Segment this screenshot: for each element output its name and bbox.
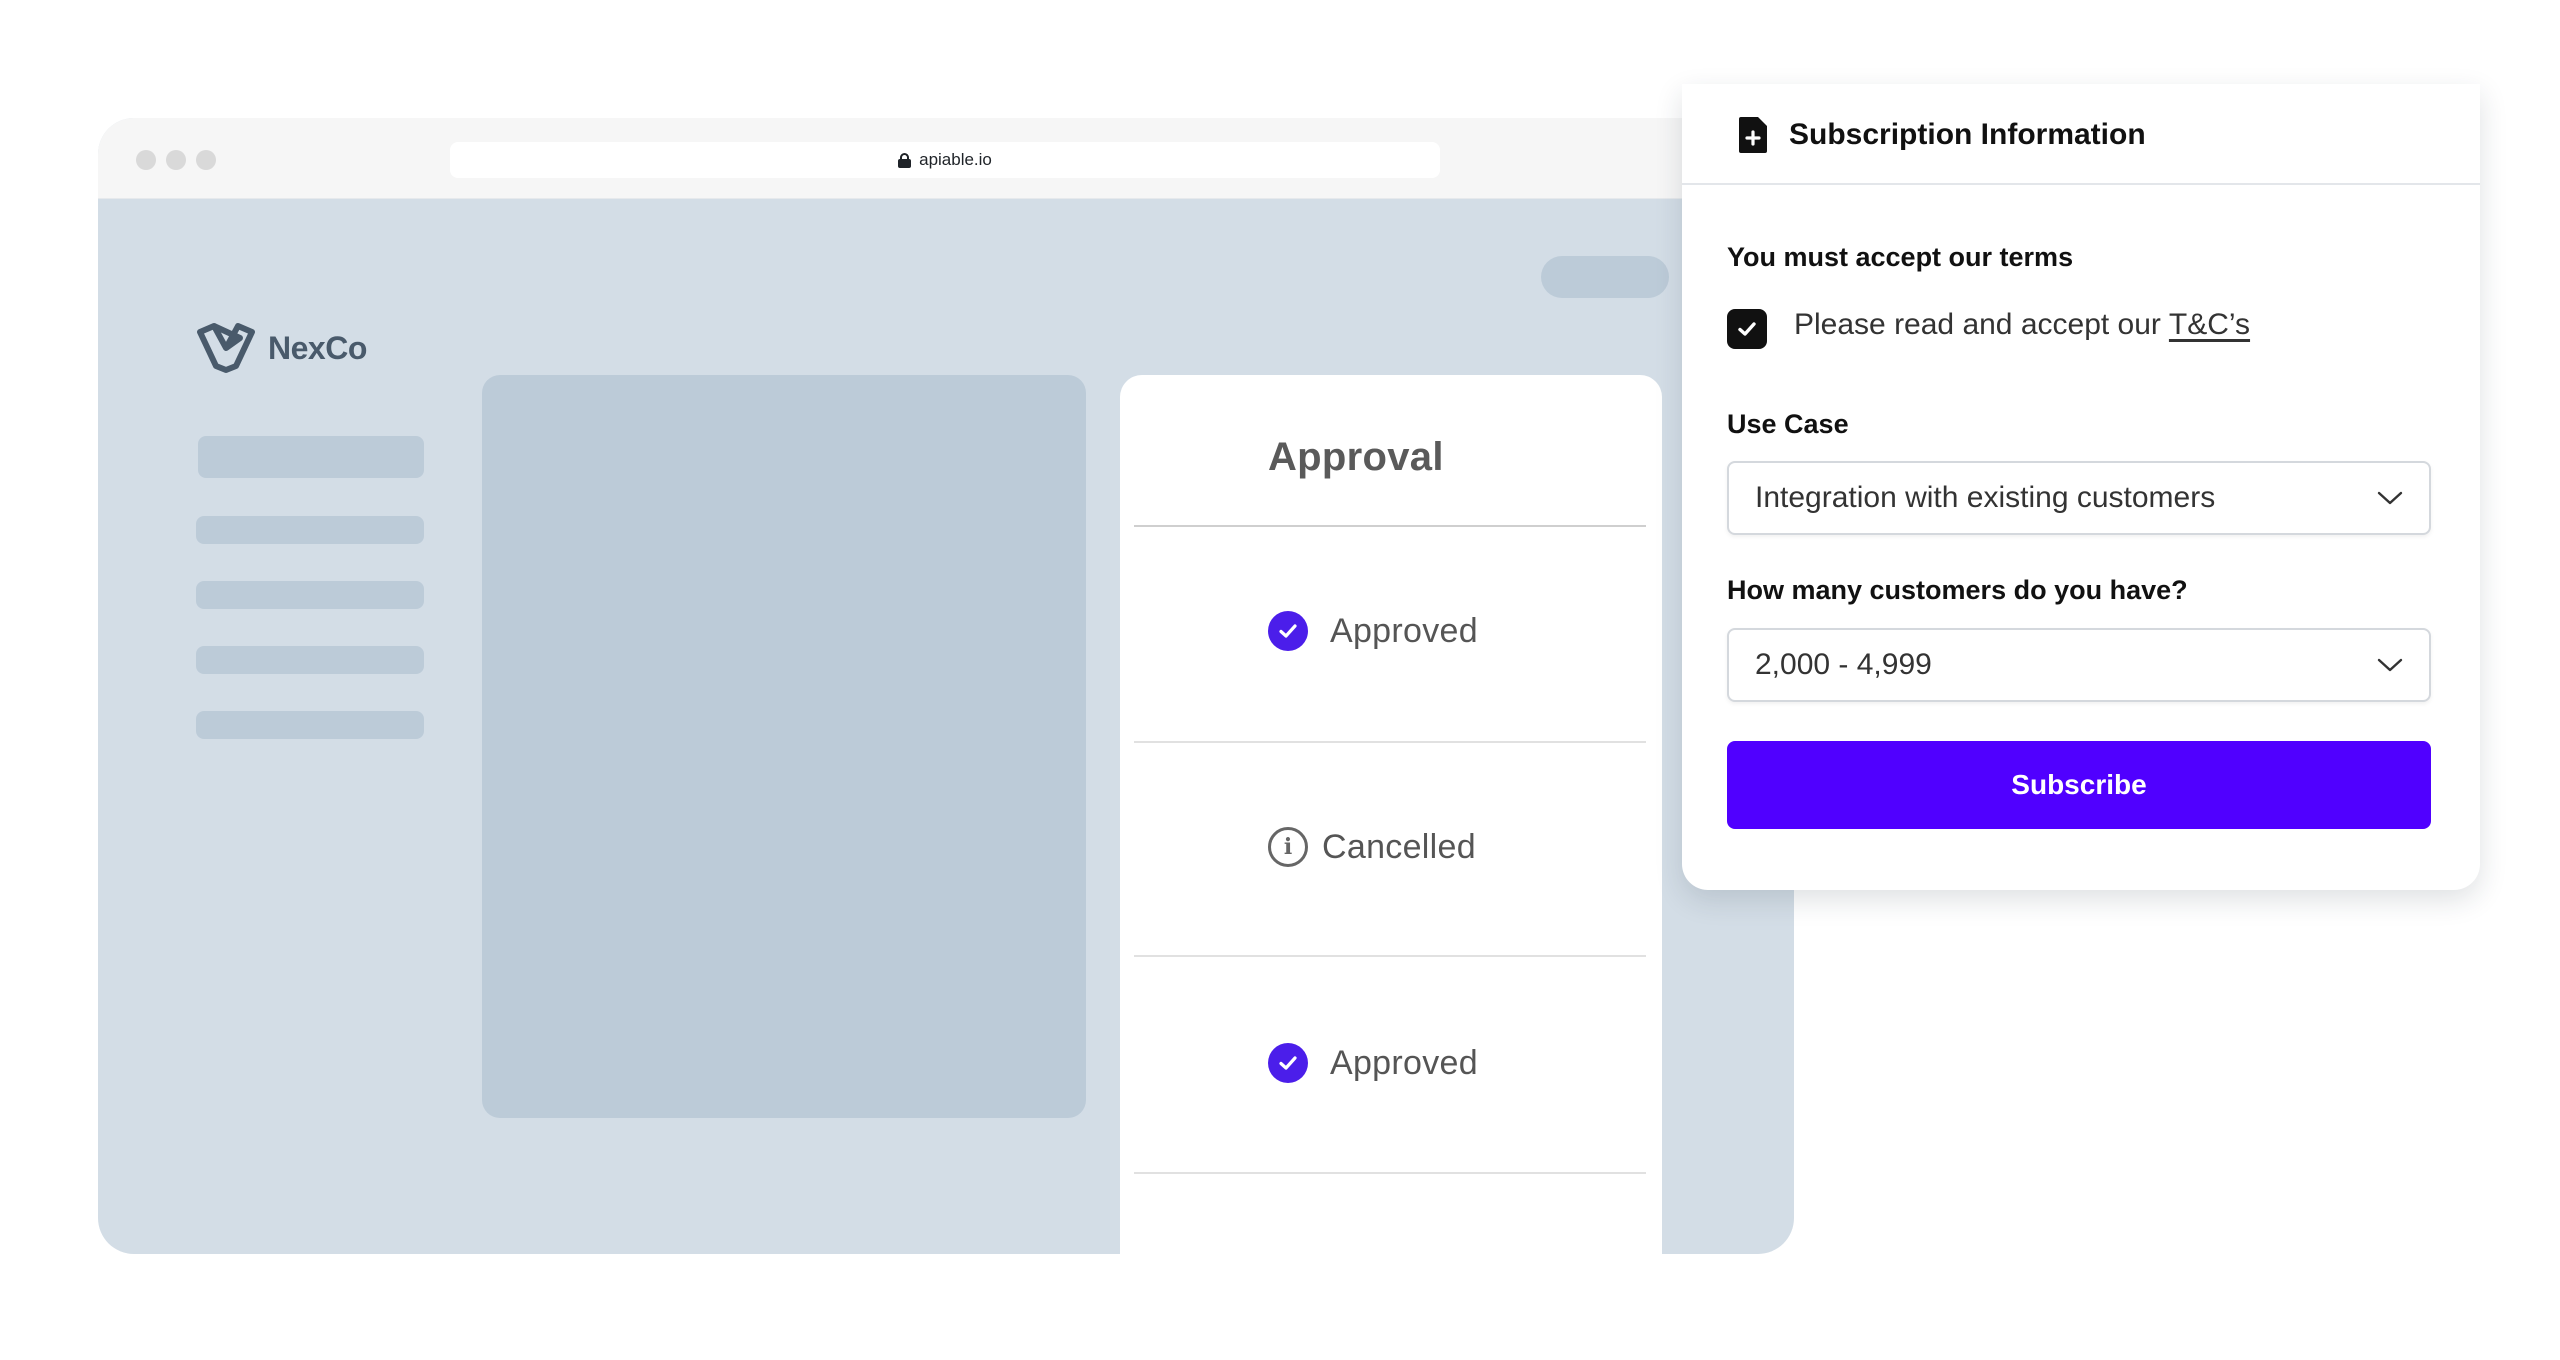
divider [1134, 1172, 1646, 1174]
customers-select[interactable]: 2,000 - 4,999 [1727, 628, 2431, 702]
chevron-down-icon [2377, 491, 2403, 505]
sidebar-item-placeholder[interactable] [196, 646, 424, 674]
sidebar-item-placeholder[interactable] [196, 516, 424, 544]
customers-label: How many customers do you have? [1727, 575, 2188, 605]
status-text: Approved [1330, 1043, 1478, 1082]
status-text: Approved [1330, 611, 1478, 650]
approval-card: Approval Approved i Cancelled Approved [1120, 375, 1662, 1254]
divider [1134, 741, 1646, 743]
terms-checkbox[interactable] [1727, 309, 1767, 349]
terms-text: Please read and accept our T&C’s [1794, 308, 2250, 342]
terms-label: You must accept our terms [1727, 242, 2074, 272]
url-text: apiable.io [919, 150, 992, 169]
approval-row: i Cancelled [1268, 827, 1476, 867]
approval-row: Approved [1268, 1043, 1478, 1083]
use-case-label: Use Case [1727, 409, 1849, 439]
customers-value: 2,000 - 4,999 [1755, 648, 1932, 681]
use-case-value: Integration with existing customers [1755, 481, 2216, 514]
header-button-placeholder[interactable] [1541, 256, 1669, 298]
sidebar-item-placeholder[interactable] [196, 711, 424, 739]
window-minimize-dot[interactable] [166, 150, 186, 170]
divider [1134, 525, 1646, 527]
check-circle-icon [1268, 1043, 1308, 1083]
address-bar[interactable]: apiable.io [450, 142, 1440, 178]
terms-link[interactable]: T&C’s [2169, 308, 2250, 342]
checkmark-icon [1738, 322, 1756, 336]
approval-row: Approved [1268, 611, 1478, 651]
chevron-down-icon [2377, 658, 2403, 672]
nexco-logo-icon [197, 323, 255, 373]
browser-window: apiable.io NexCo Approval Approved i Can… [98, 118, 1794, 1254]
subscription-header: Subscription Information [1682, 84, 2480, 185]
subscription-panel: Subscription Information You must accept… [1682, 84, 2480, 890]
info-icon: i [1268, 827, 1308, 867]
check-circle-icon [1268, 611, 1308, 651]
use-case-select[interactable]: Integration with existing customers [1727, 461, 2431, 535]
subscription-title: Subscription Information [1789, 118, 2146, 151]
logo-text: NexCo [268, 329, 367, 366]
window-maximize-dot[interactable] [196, 150, 216, 170]
terms-text-label: Please read and accept our [1794, 308, 2161, 341]
sidebar-item-placeholder[interactable] [196, 581, 424, 609]
document-plus-icon [1739, 117, 1767, 153]
window-close-dot[interactable] [136, 150, 156, 170]
content-placeholder [482, 375, 1086, 1118]
sidebar-item-placeholder[interactable] [198, 436, 424, 478]
approval-title: Approval [1268, 435, 1444, 479]
divider [1134, 955, 1646, 957]
subscribe-button[interactable]: Subscribe [1727, 741, 2431, 829]
lock-icon [898, 152, 912, 168]
app-logo[interactable]: NexCo [196, 322, 367, 374]
status-text: Cancelled [1322, 827, 1476, 866]
browser-toolbar: apiable.io [98, 118, 1794, 199]
